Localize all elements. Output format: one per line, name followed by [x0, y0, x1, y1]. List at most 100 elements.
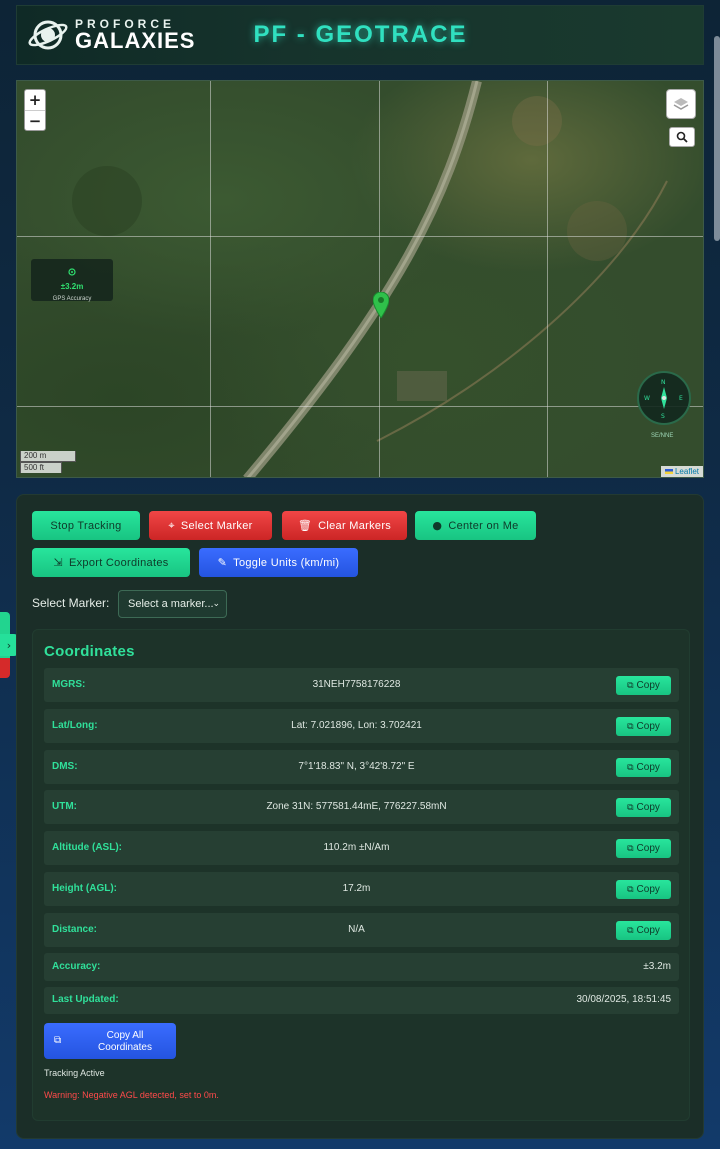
gps-accuracy-value: ±3.2m	[60, 282, 84, 291]
copy-utm-button[interactable]: ⧉ Copy	[616, 798, 671, 817]
coord-row-accuracy: Accuracy: ±3.2m	[44, 953, 679, 981]
copy-icon: ⧉	[54, 1035, 62, 1046]
stop-tracking-button[interactable]: Stop Tracking	[32, 511, 140, 540]
crosshair-icon: ⌖	[168, 518, 175, 532]
scale-metric: 200 m	[20, 451, 76, 462]
copy-icon: ⧉	[627, 721, 634, 732]
copy-altitude-button[interactable]: ⧉ Copy	[616, 839, 671, 858]
stop-tracking-label: Stop Tracking	[50, 519, 122, 532]
copy-height-button[interactable]: ⧉ Copy	[616, 880, 671, 899]
copy-label: Copy	[636, 925, 660, 936]
map-attribution-link[interactable]: Leaflet	[660, 466, 703, 477]
coord-value: 31NEH7758176228	[312, 679, 401, 690]
coord-row-dms: DMS: 7°1'18.83" N, 3°42'8.72" E ⧉ Copy	[44, 750, 679, 784]
zoom-in-button[interactable]: +	[25, 90, 45, 110]
ruler-icon: ✎	[217, 556, 228, 569]
attribution-text: Leaflet	[674, 467, 699, 476]
zoom-control: + −	[24, 89, 46, 131]
select-marker-button[interactable]: ⌖ Select Marker	[149, 511, 272, 540]
coord-row-latlong: Lat/Long: Lat: 7.021896, Lon: 3.702421 ⧉…	[44, 709, 679, 743]
scale-imperial: 500 ft	[20, 462, 62, 473]
brand-logo: PROFORCE GALAXIES	[27, 14, 195, 56]
coord-row-altitude: Altitude (ASL): 110.2m ±N/Am ⧉ Copy	[44, 831, 679, 865]
last-updated-label: Last Updated:	[52, 994, 119, 1005]
coord-value: Lat: 7.021896, Lon: 3.702421	[291, 720, 422, 731]
accuracy-label: Accuracy:	[52, 961, 101, 972]
grid-line	[17, 236, 703, 237]
copy-icon: ⧉	[627, 762, 634, 773]
coord-label: DMS:	[52, 761, 78, 772]
coord-row-mgrs: MGRS: 31NEH7758176228 ⧉ Copy	[44, 668, 679, 702]
copy-dms-button[interactable]: ⧉ Copy	[616, 758, 671, 777]
coord-label: MGRS:	[52, 679, 86, 690]
zoom-out-button[interactable]: −	[25, 110, 45, 130]
gps-accuracy-label: GPS Accuracy	[52, 296, 92, 302]
coord-row-utm: UTM: Zone 31N: 577581.44mE, 776227.58mN …	[44, 790, 679, 824]
copy-mgrs-button[interactable]: ⧉ Copy	[616, 676, 671, 695]
layers-icon	[673, 98, 689, 110]
chevron-down-icon: ⌄	[212, 599, 220, 609]
search-icon	[676, 131, 688, 143]
gps-accuracy-panel: ±3.2m GPS Accuracy	[31, 259, 113, 302]
export-coordinates-button[interactable]: ⇲ Export Coordinates	[32, 548, 190, 577]
coord-label: Height (AGL):	[52, 883, 117, 894]
coordinates-card: Coordinates MGRS: 31NEH7758176228 ⧉ Copy …	[32, 629, 690, 1121]
logo-main-text: GALAXIES	[75, 28, 196, 53]
tracking-status: Tracking Active	[44, 1068, 105, 1078]
satellite-imagery	[72, 81, 668, 477]
grid-line	[17, 406, 703, 407]
compass-icon: ●	[432, 519, 443, 532]
copy-icon: ⧉	[627, 925, 634, 936]
copy-icon: ⧉	[627, 802, 634, 813]
layers-button[interactable]	[666, 89, 696, 119]
center-on-me-label: Center on Me	[448, 519, 519, 532]
location-marker-icon[interactable]	[372, 291, 390, 323]
toggle-units-button[interactable]: ✎ Toggle Units (km/mi)	[199, 548, 358, 577]
copy-label: Copy	[636, 802, 660, 813]
copy-icon: ⧉	[627, 884, 634, 895]
map-search-button[interactable]	[669, 127, 695, 147]
export-file-icon: ⇲	[53, 556, 63, 569]
crosshair-icon	[68, 268, 76, 276]
select-marker-field-label: Select Marker:	[32, 596, 110, 610]
svg-text:N: N	[661, 379, 666, 386]
planet-logo-icon	[27, 14, 69, 56]
trash-icon: 🗑	[297, 519, 313, 532]
export-coordinates-label: Export Coordinates	[68, 556, 169, 569]
copy-label: Copy	[636, 762, 660, 773]
copy-icon: ⧉	[627, 843, 634, 854]
agl-warning: Warning: Negative AGL detected, set to 0…	[44, 1090, 219, 1100]
copy-all-label: Copy All Coordinates	[98, 1030, 152, 1053]
coord-value: 17.2m	[342, 883, 371, 894]
coord-label: Altitude (ASL):	[52, 842, 122, 853]
control-panel: Stop Tracking ⌖ Select Marker 🗑 Clear Ma…	[16, 494, 704, 1139]
grid-line	[547, 81, 548, 477]
grid-line	[379, 81, 380, 477]
clear-markers-label: Clear Markers	[318, 519, 392, 532]
app-title: PF - GEOTRACE	[253, 21, 468, 48]
copy-all-coordinates-button[interactable]: ⧉ Copy All Coordinates	[44, 1023, 176, 1059]
map-scale: 200 m 500 ft	[20, 451, 76, 473]
coord-row-distance: Distance: N/A ⧉ Copy	[44, 913, 679, 947]
copy-icon: ⧉	[627, 680, 634, 691]
svg-text:E: E	[679, 395, 683, 402]
flag-icon	[664, 469, 673, 475]
app-header: PROFORCE GALAXIES PF - GEOTRACE	[16, 5, 704, 65]
coord-value: 110.2m ±N/Am	[323, 842, 390, 853]
accuracy-value: ±3.2m	[643, 961, 671, 972]
compass-icon: N E S W	[637, 371, 691, 425]
marker-select-dropdown[interactable]: Select a marker... ⌄	[118, 590, 227, 618]
clear-markers-button[interactable]: 🗑 Clear Markers	[282, 511, 407, 540]
coord-label: Distance:	[52, 924, 98, 935]
copy-distance-button[interactable]: ⧉ Copy	[616, 921, 671, 940]
copy-label: Copy	[636, 843, 660, 854]
copy-latlong-button[interactable]: ⧉ Copy	[616, 717, 671, 736]
map-view[interactable]: + − ±3.2m GPS Accuracy N E S W SE/NNE 20…	[16, 80, 704, 478]
grid-line	[210, 81, 211, 477]
copy-label: Copy	[636, 721, 660, 732]
marker-select-value: Select a marker...	[128, 598, 214, 610]
window-scrollbar[interactable]	[714, 36, 720, 241]
coord-value: 7°1'18.83" N, 3°42'8.72" E	[298, 761, 415, 772]
coord-value: Zone 31N: 577581.44mE, 776227.58mN	[266, 801, 447, 812]
center-on-me-button[interactable]: ● Center on Me	[415, 511, 536, 540]
